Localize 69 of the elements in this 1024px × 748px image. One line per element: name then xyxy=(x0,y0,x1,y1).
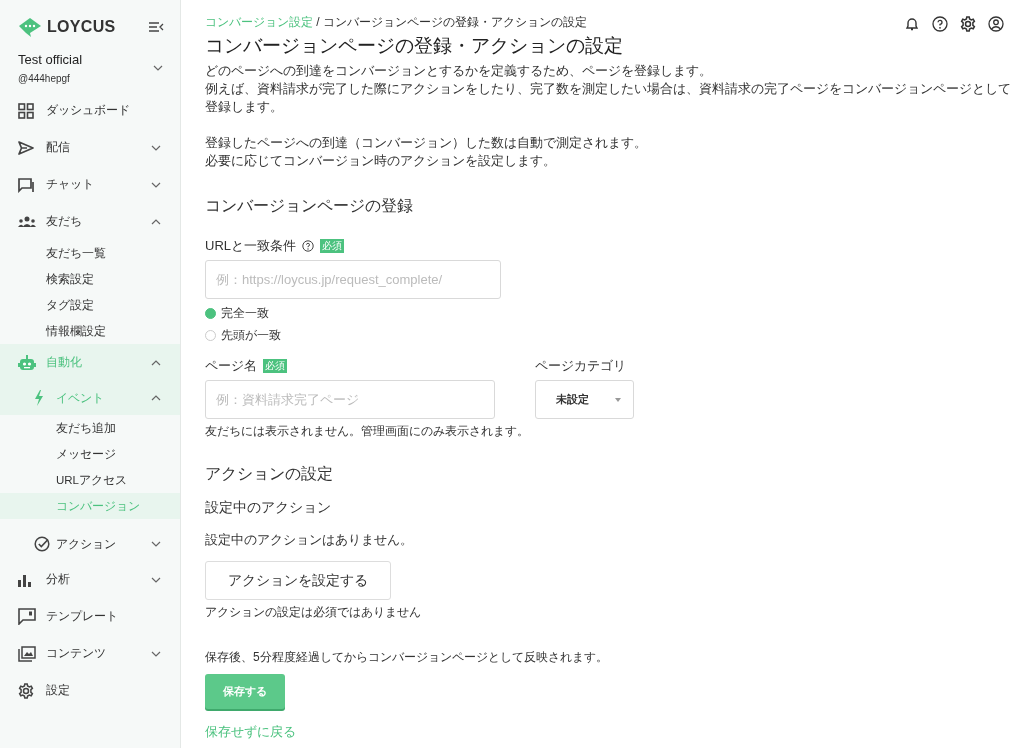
sidebar-item[interactable]: チャット xyxy=(0,166,180,203)
help-button[interactable] xyxy=(932,16,948,32)
breadcrumb-current: コンバージョンページの登録・アクションの設定 xyxy=(323,15,587,29)
field-label: URLと一致条件 xyxy=(205,237,296,255)
radio-label: 完全一致 xyxy=(221,304,269,322)
help-icon xyxy=(932,16,948,32)
field-label: ページカテゴリ xyxy=(535,357,626,375)
account-button[interactable] xyxy=(988,16,1004,32)
people-icon xyxy=(18,214,36,229)
required-badge: 必須 xyxy=(320,239,344,253)
sidebar-subitem[interactable]: URLアクセス xyxy=(0,467,180,493)
section-heading: アクションの設定 xyxy=(205,464,334,484)
caret-down-icon xyxy=(615,397,621,402)
sidebar-subitem[interactable]: 友だち追加 xyxy=(0,415,180,441)
description-text: どのページへの到達をコンバージョンとするかを定義するため、ページを登録します。 xyxy=(205,63,713,80)
required-badge: 必須 xyxy=(263,359,287,373)
collapse-menu-button[interactable] xyxy=(148,20,164,34)
subsection-heading: 設定中のアクション xyxy=(205,499,332,517)
help-icon xyxy=(302,240,314,252)
check-circle-icon xyxy=(34,536,50,552)
radio-button[interactable] xyxy=(205,329,216,341)
settings-icon xyxy=(18,682,34,699)
bar-chart-icon xyxy=(18,572,32,587)
sidebar-item[interactable]: 配信 xyxy=(0,129,180,166)
settings-icon xyxy=(960,16,976,32)
hint-text: 友だちには表示されません。管理画面にのみ表示されます。 xyxy=(205,423,529,440)
sidebar-item[interactable]: 設定 xyxy=(0,672,180,709)
brand-name: LOYCUS xyxy=(47,18,116,36)
sidebar-item[interactable]: テンプレート xyxy=(0,598,180,635)
sidebar-subitem[interactable]: 情報欄設定 xyxy=(0,318,180,344)
radio-label: 先頭が一致 xyxy=(221,326,281,344)
sidebar-item[interactable]: 友だち xyxy=(0,203,180,240)
description-text: 登録したページへの到達（コンバージョン）した数は自動で測定されます。 xyxy=(205,135,648,152)
collapse-menu-icon xyxy=(148,21,164,33)
speech-bubble-logo-icon xyxy=(18,17,42,37)
sidebar-item[interactable]: コンテンツ xyxy=(0,635,180,672)
sidebar-item[interactable]: ダッシュボード xyxy=(0,92,180,129)
send-icon xyxy=(18,139,34,156)
page-title: コンバージョンページの登録・アクションの設定 xyxy=(205,34,624,58)
image-folder-icon xyxy=(18,645,36,662)
set-action-button[interactable]: アクションを設定する xyxy=(205,561,391,600)
sidebar-subitem[interactable]: メッセージ xyxy=(0,441,180,467)
account-name: Test official xyxy=(18,52,83,67)
section-heading: コンバージョンページの登録 xyxy=(205,196,414,216)
notifications-button[interactable] xyxy=(904,16,920,32)
account-switcher[interactable]: Test official @444hepgf xyxy=(0,38,180,84)
sidebar-subitem[interactable]: 検索設定 xyxy=(0,266,180,292)
note-text: アクションの設定は必須ではありません xyxy=(205,604,422,621)
grid-icon xyxy=(18,102,34,119)
sidebar-subitem[interactable]: アクション xyxy=(0,527,180,561)
empty-state-text: 設定中のアクションはありません。 xyxy=(205,531,414,549)
settings-button[interactable] xyxy=(960,16,976,32)
breadcrumb-separator: / xyxy=(315,15,321,29)
url-input-field[interactable]: 例：https://loycus.jp/request_complete/ xyxy=(205,260,501,299)
bell-icon xyxy=(904,16,920,32)
chat-icon xyxy=(18,176,34,193)
sidebar-subitem[interactable]: 友だち一覧 xyxy=(0,240,180,266)
note-text: 保存後、5分程度経過してからコンバージョンページとして反映されます。 xyxy=(205,649,609,666)
radio-button[interactable] xyxy=(205,307,216,319)
category-dropdown[interactable]: 未設定 xyxy=(535,380,634,419)
sidebar-subitem[interactable]: タグ設定 xyxy=(0,292,180,318)
sidebar-item[interactable]: 分析 xyxy=(0,561,180,598)
field-label: ページ名 xyxy=(205,357,257,375)
description-text: 例えば、資料請求が完了した際にアクションをしたり、完了数を測定したい場合は、資料請求の完了ページをコンバージョンページとして登録します。 xyxy=(205,81,1012,116)
account-handle: @444hepgf xyxy=(18,73,71,84)
description-text: 必要に応じてコンバージョン時のアクションを設定します。 xyxy=(205,153,557,170)
robot-icon xyxy=(18,354,36,371)
lightning-bolt-icon xyxy=(34,390,44,406)
user-circle-icon xyxy=(988,16,1004,32)
